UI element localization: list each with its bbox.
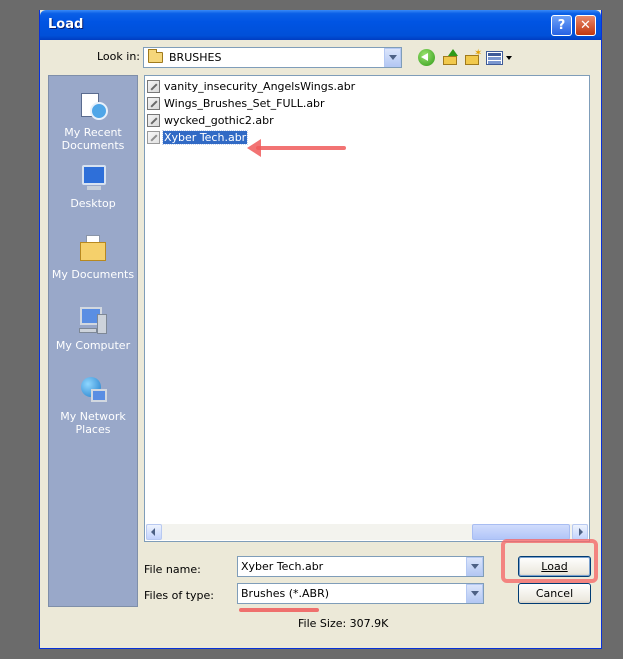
title-bar[interactable]: Load ? ✕	[40, 10, 601, 40]
scrollbar-thumb[interactable]	[472, 524, 570, 540]
file-type-select[interactable]: Brushes (*.ABR)	[237, 583, 484, 604]
dialog-title: Load	[48, 17, 84, 32]
scroll-right-button[interactable]	[572, 524, 588, 540]
file-name: Wings_Brushes_Set_FULL.abr	[164, 97, 325, 110]
help-icon: ?	[557, 18, 566, 33]
help-button[interactable]: ?	[551, 15, 572, 36]
file-name-label: File name:	[144, 563, 201, 576]
place-label: My Documents	[51, 268, 135, 281]
my-computer-icon	[77, 304, 109, 336]
brush-file-icon	[147, 80, 160, 93]
desktop-icon	[77, 162, 109, 194]
brush-file-icon	[147, 131, 160, 144]
annotation-underline	[239, 608, 319, 612]
my-documents-icon	[77, 233, 109, 265]
place-my-documents[interactable]: My Documents	[49, 233, 137, 281]
horizontal-scrollbar[interactable]	[146, 524, 588, 540]
place-my-recent-documents[interactable]: My Recent Documents	[49, 91, 137, 152]
load-button-label: Load	[541, 560, 568, 573]
load-dialog: Load ? ✕ Look in: BRUSHES ✶ My Recent Do…	[39, 10, 602, 649]
look-in-label: Look in:	[97, 50, 140, 63]
file-name-value: Xyber Tech.abr	[241, 560, 324, 573]
folder-icon	[148, 49, 163, 63]
place-label: My Computer	[55, 339, 131, 352]
scroll-left-button[interactable]	[146, 524, 162, 540]
views-menu-icon[interactable]	[486, 51, 503, 65]
look-in-value: BRUSHES	[169, 51, 222, 64]
views-dropdown-arrow-icon[interactable]	[506, 56, 512, 60]
places-bar: My Recent Documents Desktop My Documents…	[48, 75, 138, 607]
file-name: Xyber Tech.abr	[161, 130, 249, 145]
file-name-dropdown-button[interactable]	[466, 557, 483, 576]
look-in-dropdown-button[interactable]	[384, 48, 401, 67]
place-label: Desktop	[70, 197, 116, 210]
place-label: My Recent	[64, 126, 122, 139]
brush-file-icon	[147, 114, 160, 127]
up-one-level-icon[interactable]	[442, 49, 459, 66]
cancel-button-label: Cancel	[535, 587, 574, 600]
look-in-combo[interactable]: BRUSHES	[143, 47, 402, 68]
place-my-computer[interactable]: My Computer	[49, 304, 137, 352]
place-label-line2: Places	[75, 423, 111, 436]
file-size-status: File Size: 307.9K	[298, 617, 389, 630]
navigation-toolbar: ✶	[418, 48, 514, 68]
back-icon[interactable]	[418, 49, 435, 66]
file-list[interactable]: vanity_insecurity_AngelsWings.abr Wings_…	[144, 75, 590, 542]
cancel-button[interactable]: Cancel	[518, 583, 591, 604]
network-places-icon	[77, 375, 109, 407]
place-label: My Network	[60, 410, 126, 423]
file-type-dropdown-button[interactable]	[466, 584, 483, 603]
place-label-line2: Documents	[61, 139, 125, 152]
file-name-input[interactable]: Xyber Tech.abr	[237, 556, 484, 577]
file-type-label: Files of type:	[144, 589, 215, 602]
file-name: wycked_gothic2.abr	[164, 114, 274, 127]
recent-documents-icon	[77, 91, 109, 123]
place-my-network-places[interactable]: My Network Places	[49, 375, 137, 436]
brush-file-icon	[147, 97, 160, 110]
file-type-value: Brushes (*.ABR)	[241, 587, 330, 600]
file-name: vanity_insecurity_AngelsWings.abr	[164, 80, 356, 93]
place-desktop[interactable]: Desktop	[49, 162, 137, 210]
close-icon: ✕	[580, 18, 591, 33]
load-button[interactable]: Load	[518, 556, 591, 577]
close-button[interactable]: ✕	[575, 15, 596, 36]
new-folder-icon[interactable]: ✶	[464, 49, 482, 66]
